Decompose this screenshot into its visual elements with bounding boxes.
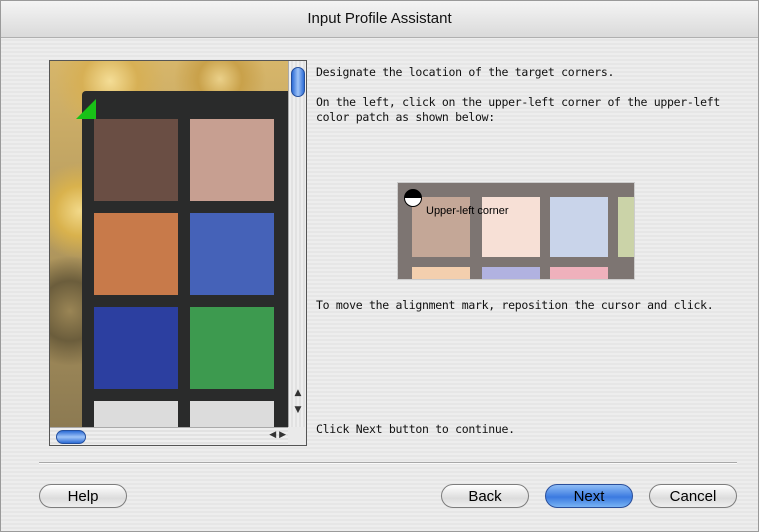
title-bar[interactable]: Input Profile Assistant <box>1 1 758 38</box>
color-patch <box>190 307 274 389</box>
assistant-window: Input Profile Assistant ▲ ▼ ◀ ▶ Designat… <box>0 0 759 532</box>
example-image: Upper-left corner <box>397 182 635 280</box>
color-patch <box>94 119 178 201</box>
corner-marker-icon <box>404 189 422 207</box>
sample-patch <box>550 197 608 257</box>
horizontal-scroll-thumb[interactable] <box>56 430 86 444</box>
target-photo[interactable] <box>50 61 288 427</box>
scroll-corner <box>288 427 306 445</box>
alignment-mark[interactable] <box>76 99 96 119</box>
scroll-left-arrow-icon[interactable]: ◀ <box>269 430 276 440</box>
sample-patch <box>482 267 540 279</box>
help-button[interactable]: Help <box>39 484 127 508</box>
sample-label: Upper-left corner <box>426 205 509 217</box>
color-patch <box>190 119 274 201</box>
scroll-right-arrow-icon[interactable]: ▶ <box>279 430 286 440</box>
color-patch <box>94 307 178 389</box>
scroll-up-arrow-icon[interactable]: ▲ <box>289 388 306 398</box>
back-button[interactable]: Back <box>441 484 529 508</box>
instruction-line-2: On the left, click on the upper-left cor… <box>316 95 721 124</box>
next-button[interactable]: Next <box>545 484 633 508</box>
scroll-down-arrow-icon[interactable]: ▼ <box>289 405 306 415</box>
vertical-scrollbar[interactable]: ▲ ▼ <box>288 61 306 427</box>
sample-patch <box>618 197 634 257</box>
sample-patch <box>412 267 470 279</box>
instruction-line-3: To move the alignment mark, reposition t… <box>316 298 714 312</box>
color-patch <box>94 401 178 427</box>
instruction-line-4: Click Next button to continue. <box>316 422 515 436</box>
color-target-card <box>82 91 288 427</box>
window-title: Input Profile Assistant <box>307 10 452 27</box>
color-patch <box>190 213 274 295</box>
color-patch <box>190 401 274 427</box>
horizontal-scrollbar[interactable]: ◀ ▶ <box>50 427 288 445</box>
target-image-pane[interactable]: ▲ ▼ ◀ ▶ <box>49 60 307 446</box>
button-divider <box>39 462 737 464</box>
color-patch <box>94 213 178 295</box>
instruction-line-1: Designate the location of the target cor… <box>316 65 615 79</box>
cancel-button[interactable]: Cancel <box>649 484 737 508</box>
sample-patch <box>550 267 608 279</box>
vertical-scroll-thumb[interactable] <box>291 67 305 97</box>
